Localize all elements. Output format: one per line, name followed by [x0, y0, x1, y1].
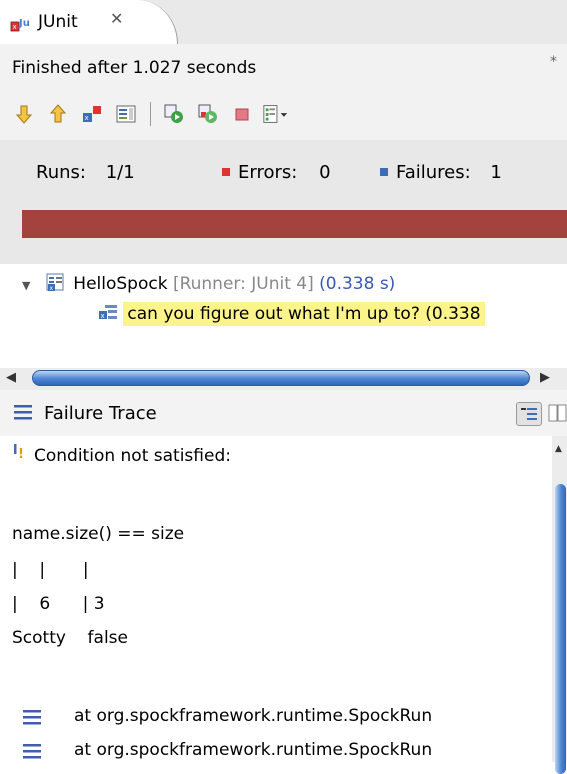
stack-frame[interactable]: at org.spockframework.runtime.SpockRun	[74, 740, 432, 760]
failure-message: Condition not satisfied:	[34, 446, 231, 466]
svg-text:x: x	[85, 114, 89, 122]
stack-frame[interactable]: at org.spockframework.runtime.SpockRun	[74, 706, 432, 726]
expand-triangle-icon[interactable]: ▼	[22, 279, 30, 292]
failure-trace-title: Failure Trace	[44, 403, 157, 424]
test-counters: Runs: 1/1 Errors: 0 Failures: 1	[0, 140, 567, 264]
suite-name: HelloSpock	[73, 274, 168, 294]
scroll-right-icon[interactable]: ▶	[540, 370, 550, 385]
horizontal-scrollbar[interactable]: ◀ ▶	[0, 368, 567, 390]
assertion-icon: !	[12, 442, 30, 466]
errors-label: Errors:	[238, 162, 298, 183]
svg-text:Ju: Ju	[18, 18, 30, 29]
history-dropdown-icon[interactable]	[262, 100, 290, 128]
junit-toolbar: x	[0, 90, 567, 141]
stop-icon[interactable]	[228, 100, 256, 128]
selected-test: can you figure out what I'm up to? (0.33…	[123, 302, 485, 326]
view-tab-bar: x Ju JUnit ✕	[0, 0, 567, 45]
errors-value: 0	[319, 162, 331, 183]
compare-results-icon[interactable]	[548, 402, 567, 428]
status-text: Finished after 1.027 seconds	[12, 58, 257, 78]
suite-row[interactable]: ▼ x HelloSpock [Runner: JUnit 4] (0.338 …	[22, 272, 395, 294]
failures-label: Failures:	[396, 162, 471, 183]
scroll-lock-icon[interactable]	[112, 100, 140, 128]
rerun-failed-icon[interactable]	[194, 100, 222, 128]
runs-value: 1/1	[105, 162, 135, 183]
trace-line: | | |	[12, 560, 89, 580]
previous-failure-icon[interactable]	[44, 100, 72, 128]
junit-tab[interactable]: x Ju JUnit ✕	[0, 0, 178, 44]
junit-icon: x Ju	[10, 15, 32, 37]
failures-only-icon[interactable]: x	[78, 100, 106, 128]
test-name: can you figure out what I'm up to?	[127, 304, 420, 324]
failures-value: 1	[490, 162, 502, 183]
scrollbar-thumb[interactable]	[32, 370, 530, 386]
progress-bar	[22, 210, 567, 238]
trace-line: name.size() == size	[12, 524, 185, 544]
next-failure-icon[interactable]	[10, 100, 38, 128]
scroll-up-icon[interactable]: ▲	[555, 444, 562, 454]
tab-label: JUnit	[38, 12, 78, 32]
suite-runner: [Runner: JUnit 4]	[172, 274, 314, 294]
close-icon[interactable]: ✕	[110, 9, 123, 28]
errors-counter: Errors: 0	[222, 162, 331, 183]
status-bar: Finished after 1.027 seconds *	[0, 44, 567, 90]
status-mark: *	[550, 54, 557, 70]
runs-counter: Runs: 1/1	[36, 162, 135, 183]
error-icon	[222, 168, 230, 176]
failure-icon	[380, 168, 388, 176]
rerun-icon[interactable]	[160, 100, 188, 128]
test-row[interactable]: x can you figure out what I'm up to? (0.…	[98, 302, 485, 326]
vertical-scrollbar[interactable]: ▲	[552, 436, 567, 774]
stack-frame-icon	[22, 708, 44, 730]
trace-line: Scotty false	[12, 628, 128, 648]
test-failed-icon: x	[99, 305, 117, 320]
svg-text:x: x	[13, 23, 17, 31]
scroll-left-icon[interactable]: ◀	[6, 370, 16, 385]
failure-trace-content: ! Condition not satisfied: name.size() =…	[0, 436, 552, 762]
svg-text:x: x	[49, 285, 53, 292]
svg-text:!: !	[18, 447, 24, 462]
vertical-scrollbar-thumb[interactable]	[555, 484, 566, 774]
stack-trace-icon	[12, 402, 34, 426]
test-tree: ▼ x HelloSpock [Runner: JUnit 4] (0.338 …	[0, 264, 567, 368]
suite-failed-icon: x	[46, 273, 64, 292]
failures-counter: Failures: 1	[380, 162, 502, 183]
test-time: (0.338	[425, 304, 481, 324]
svg-text:x: x	[101, 312, 105, 320]
trace-line: | 6 | 3	[12, 594, 105, 614]
suite-time: (0.338 s)	[319, 274, 396, 294]
filter-stack-icon[interactable]	[516, 402, 542, 426]
failure-trace-header: Failure Trace	[0, 390, 567, 437]
runs-label: Runs:	[36, 162, 86, 183]
stack-frame-icon	[22, 742, 44, 762]
